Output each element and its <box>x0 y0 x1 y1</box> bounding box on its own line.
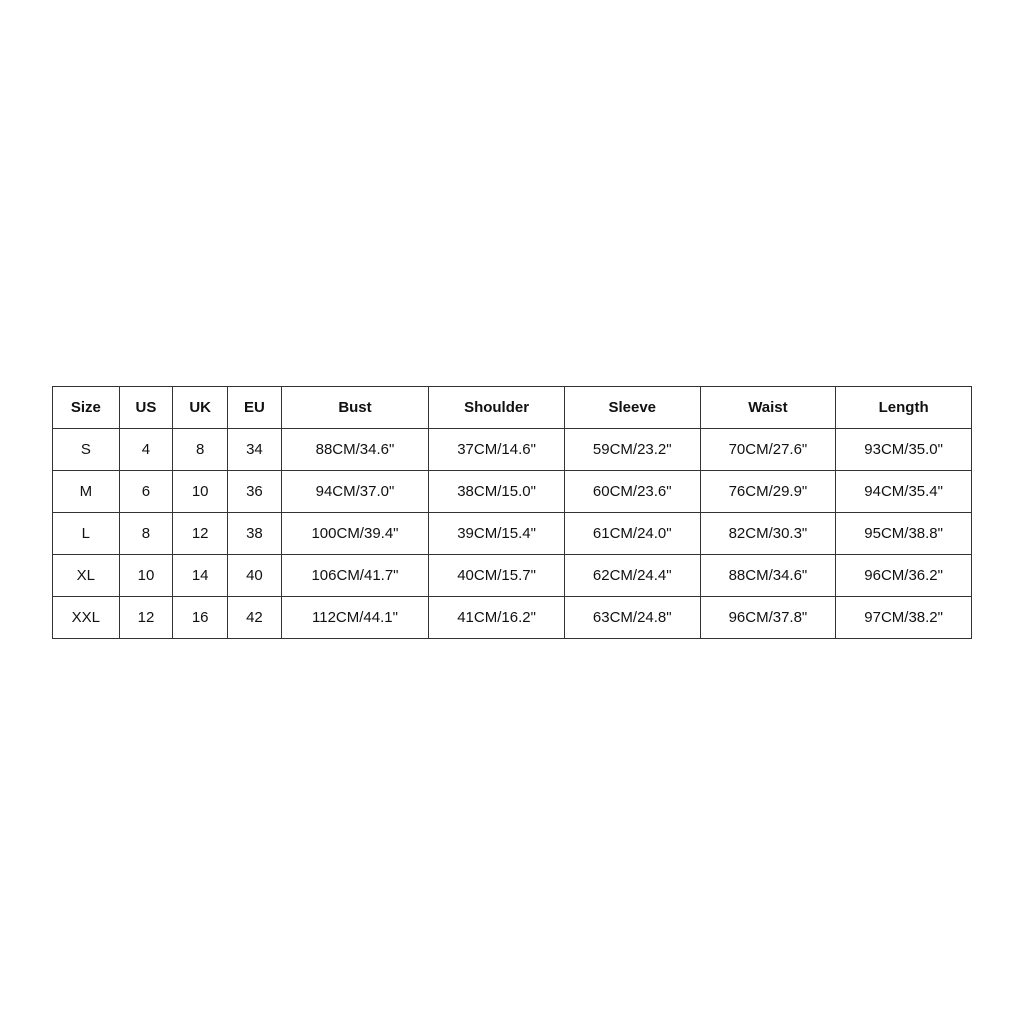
header-us: US <box>119 386 173 428</box>
cell-shoulder: 37CM/14.6" <box>429 428 565 470</box>
cell-length: 93CM/35.0" <box>836 428 972 470</box>
cell-bust: 106CM/41.7" <box>281 554 429 596</box>
cell-shoulder: 41CM/16.2" <box>429 596 565 638</box>
header-eu: EU <box>228 386 282 428</box>
cell-bust: 88CM/34.6" <box>281 428 429 470</box>
cell-eu: 34 <box>228 428 282 470</box>
cell-uk: 16 <box>173 596 228 638</box>
cell-uk: 8 <box>173 428 228 470</box>
cell-size: S <box>53 428 120 470</box>
cell-sleeve: 63CM/24.8" <box>564 596 700 638</box>
cell-us: 6 <box>119 470 173 512</box>
header-length: Length <box>836 386 972 428</box>
header-shoulder: Shoulder <box>429 386 565 428</box>
cell-sleeve: 59CM/23.2" <box>564 428 700 470</box>
cell-bust: 112CM/44.1" <box>281 596 429 638</box>
cell-eu: 36 <box>228 470 282 512</box>
cell-waist: 88CM/34.6" <box>700 554 836 596</box>
cell-shoulder: 38CM/15.0" <box>429 470 565 512</box>
cell-size: XL <box>53 554 120 596</box>
cell-waist: 76CM/29.9" <box>700 470 836 512</box>
size-chart-table: Size US UK EU Bust Shoulder Sleeve Waist… <box>52 386 972 639</box>
cell-size: M <box>53 470 120 512</box>
cell-length: 95CM/38.8" <box>836 512 972 554</box>
cell-eu: 42 <box>228 596 282 638</box>
cell-sleeve: 60CM/23.6" <box>564 470 700 512</box>
cell-uk: 12 <box>173 512 228 554</box>
cell-eu: 38 <box>228 512 282 554</box>
cell-size: XXL <box>53 596 120 638</box>
cell-length: 96CM/36.2" <box>836 554 972 596</box>
cell-eu: 40 <box>228 554 282 596</box>
cell-size: L <box>53 512 120 554</box>
cell-sleeve: 61CM/24.0" <box>564 512 700 554</box>
table-row: S483488CM/34.6"37CM/14.6"59CM/23.2"70CM/… <box>53 428 972 470</box>
cell-us: 12 <box>119 596 173 638</box>
cell-waist: 70CM/27.6" <box>700 428 836 470</box>
cell-waist: 96CM/37.8" <box>700 596 836 638</box>
cell-waist: 82CM/30.3" <box>700 512 836 554</box>
header-bust: Bust <box>281 386 429 428</box>
cell-us: 8 <box>119 512 173 554</box>
cell-uk: 14 <box>173 554 228 596</box>
cell-us: 10 <box>119 554 173 596</box>
cell-us: 4 <box>119 428 173 470</box>
cell-shoulder: 40CM/15.7" <box>429 554 565 596</box>
cell-length: 94CM/35.4" <box>836 470 972 512</box>
header-waist: Waist <box>700 386 836 428</box>
cell-uk: 10 <box>173 470 228 512</box>
cell-shoulder: 39CM/15.4" <box>429 512 565 554</box>
table-row: L81238100CM/39.4"39CM/15.4"61CM/24.0"82C… <box>53 512 972 554</box>
cell-sleeve: 62CM/24.4" <box>564 554 700 596</box>
cell-bust: 94CM/37.0" <box>281 470 429 512</box>
table-row: XXL121642112CM/44.1"41CM/16.2"63CM/24.8"… <box>53 596 972 638</box>
header-sleeve: Sleeve <box>564 386 700 428</box>
header-size: Size <box>53 386 120 428</box>
table-row: M6103694CM/37.0"38CM/15.0"60CM/23.6"76CM… <box>53 470 972 512</box>
table-header-row: Size US UK EU Bust Shoulder Sleeve Waist… <box>53 386 972 428</box>
table-row: XL101440106CM/41.7"40CM/15.7"62CM/24.4"8… <box>53 554 972 596</box>
size-chart-container: Size US UK EU Bust Shoulder Sleeve Waist… <box>52 386 972 639</box>
cell-length: 97CM/38.2" <box>836 596 972 638</box>
cell-bust: 100CM/39.4" <box>281 512 429 554</box>
header-uk: UK <box>173 386 228 428</box>
